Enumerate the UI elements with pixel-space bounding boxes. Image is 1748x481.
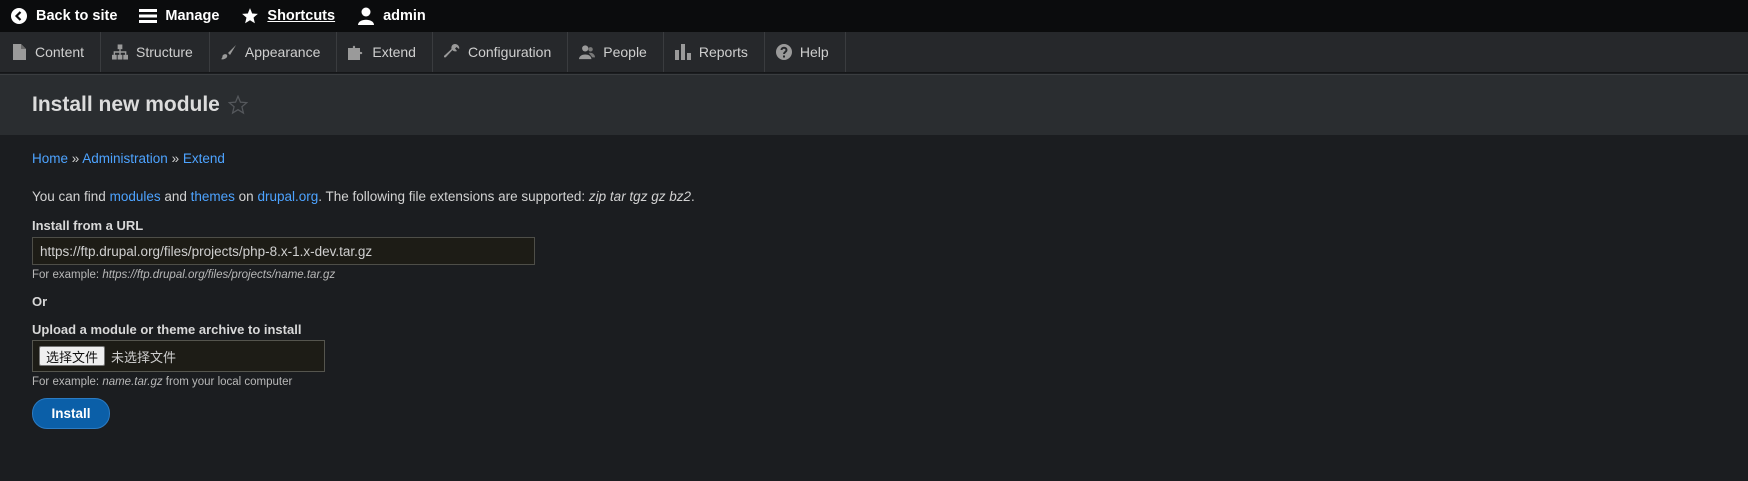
tray-item-label: Reports <box>698 44 748 60</box>
breadcrumb-administration-link[interactable]: Administration <box>82 151 168 166</box>
tray-item-configuration[interactable]: Configuration <box>433 32 569 72</box>
hamburger-icon <box>139 7 158 25</box>
back-to-site-label: Back to site <box>36 8 118 24</box>
star-icon <box>241 7 259 25</box>
description-example: name.tar.gz <box>102 376 163 388</box>
tray-item-label: Help <box>799 44 829 60</box>
url-input-value: https://ftp.drupal.org/files/projects/ph… <box>40 243 373 259</box>
url-field-label: Install from a URL <box>32 218 144 233</box>
breadcrumb-separator: » <box>68 151 83 166</box>
themes-link[interactable]: themes <box>191 189 235 204</box>
user-label: admin <box>383 8 426 24</box>
description-prefix: For example: <box>32 269 103 281</box>
manage-label: Manage <box>165 8 220 24</box>
tray-item-help[interactable]: Help <box>765 32 846 72</box>
tray-item-label: Configuration <box>467 44 552 60</box>
modules-link[interactable]: modules <box>110 189 161 204</box>
breadcrumb-extend-link[interactable]: Extend <box>183 151 225 166</box>
supported-extensions: zip tar tgz gz bz2 <box>588 189 691 204</box>
page-icon <box>11 44 27 60</box>
breadcrumb: Home » Administration » Extend <box>32 151 1748 166</box>
shortcuts-label: Shortcuts <box>267 8 336 24</box>
page-title: Install new module <box>32 93 220 116</box>
main-content: Home » Administration » Extend You can f… <box>0 151 1748 429</box>
drupal-org-link[interactable]: drupal.org <box>257 189 318 204</box>
description-prefix: For example: <box>32 376 103 388</box>
user-tab[interactable]: admin <box>347 0 438 32</box>
wrench-icon <box>443 44 460 60</box>
choose-file-button[interactable]: 选择文件 <box>39 346 106 366</box>
tray-item-label: People <box>603 44 647 60</box>
sitemap-icon <box>112 44 129 60</box>
file-status-text: 未选择文件 <box>111 350 177 366</box>
page-header: Install new module <box>0 74 1748 135</box>
tray-item-label: Appearance <box>244 44 321 60</box>
admin-tray: Content Structure Appearance Extend Conf… <box>0 32 1748 73</box>
upload-field-label: Upload a module or theme archive to inst… <box>32 322 302 337</box>
help-icon <box>775 44 792 60</box>
tray-item-appearance[interactable]: Appearance <box>210 32 338 72</box>
tray-item-reports[interactable]: Reports <box>664 32 765 72</box>
user-icon <box>357 7 375 25</box>
brush-icon <box>220 44 237 60</box>
intro-text: You can find modules and themes on drupa… <box>32 189 1748 204</box>
url-field-description: For example: https://ftp.drupal.org/file… <box>32 269 1748 281</box>
manage-tab[interactable]: Manage <box>129 0 231 32</box>
tray-item-label: Content <box>35 44 85 60</box>
toolbar-bar: Back to site Manage Shortcuts admin <box>0 0 1748 32</box>
intro-text-part: You can find <box>32 189 110 204</box>
intro-text-part: . The following file extensions are supp… <box>318 189 589 204</box>
tray-item-label: Structure <box>136 44 193 60</box>
tray-item-people[interactable]: People <box>568 32 664 72</box>
file-upload-field: 选择文件 未选择文件 <box>32 340 325 372</box>
tray-item-extend[interactable]: Extend <box>337 32 433 72</box>
back-to-site-link[interactable]: Back to site <box>0 0 129 32</box>
intro-text-part: on <box>234 189 258 204</box>
description-suffix: from your local computer <box>162 376 293 388</box>
breadcrumb-home-link[interactable]: Home <box>32 151 68 166</box>
description-example: https://ftp.drupal.org/files/projects/na… <box>102 269 336 281</box>
chevron-left-circle-icon <box>10 7 28 25</box>
add-to-shortcuts-star-icon[interactable] <box>227 95 248 115</box>
breadcrumb-separator: » <box>167 151 183 166</box>
puzzle-icon <box>348 44 364 60</box>
upload-field-description: For example: name.tar.gz from your local… <box>32 376 1748 388</box>
tray-item-content[interactable]: Content <box>0 32 102 72</box>
tray-item-label: Extend <box>372 44 416 60</box>
intro-text-part: . <box>690 189 695 204</box>
install-button[interactable]: Install <box>32 398 110 429</box>
url-input[interactable]: https://ftp.drupal.org/files/projects/ph… <box>32 237 535 265</box>
tray-item-structure[interactable]: Structure <box>101 32 210 72</box>
bar-chart-icon <box>674 44 691 60</box>
or-label: Or <box>32 294 48 309</box>
people-icon <box>579 44 596 60</box>
intro-text-part: and <box>160 189 191 204</box>
shortcuts-tab[interactable]: Shortcuts <box>231 0 347 32</box>
